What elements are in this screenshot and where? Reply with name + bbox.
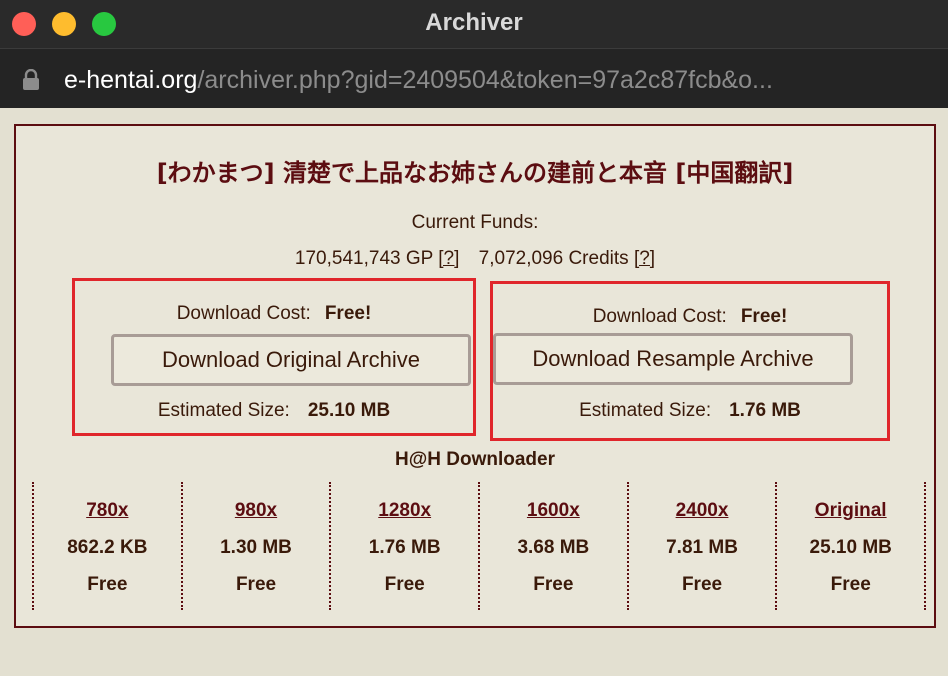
hath-cost: Free xyxy=(681,574,723,595)
hath-size: 1.30 MB xyxy=(220,537,292,558)
url-host: e-hentai.org xyxy=(64,66,198,94)
download-resample-button[interactable]: Download Resample Archive xyxy=(493,333,853,385)
download-original-button[interactable]: Download Original Archive xyxy=(111,334,471,386)
hath-size: 862.2 KB xyxy=(67,537,148,558)
window-title: Archiver xyxy=(425,9,523,36)
size-value: 1.76 MB xyxy=(729,400,801,421)
hath-size: 7.81 MB xyxy=(666,537,738,558)
gallery-title: [わかまつ] 清楚で上品なお姉さんの建前と本音 [中国翻訳] xyxy=(156,159,794,187)
resample-size: Estimated Size: 1.76 MB xyxy=(493,400,887,422)
size-label: Estimated Size: xyxy=(579,400,712,421)
original-archive-box: Download Cost: Free! Download Original Ar… xyxy=(72,278,476,436)
archiver-panel: [わかまつ] 清楚で上品なお姉さんの建前と本音 [中国翻訳] Current F… xyxy=(14,124,936,628)
hath-resolution-link[interactable]: 780x xyxy=(86,500,128,521)
hath-resolution-link[interactable]: Original xyxy=(815,500,887,521)
hath-option: 1600x 3.68 MB Free xyxy=(478,482,627,610)
cost-label: Download Cost: xyxy=(176,303,311,324)
original-size: Estimated Size: 25.10 MB xyxy=(75,400,473,422)
hath-cost: Free xyxy=(384,574,425,595)
gp-amount: 170,541,743 GP xyxy=(294,248,433,269)
hath-option: 2400x 7.81 MB Free xyxy=(626,482,776,610)
resample-cost: Download Cost: Free! xyxy=(493,306,887,328)
hath-option: 1280x 1.76 MB Free xyxy=(329,482,478,610)
url-path: /archiver.php?gid=2409504&token=97a2c87f… xyxy=(197,66,773,94)
size-value: 25.10 MB xyxy=(307,400,391,421)
hath-resolution-link[interactable]: 1280x xyxy=(378,500,431,521)
hath-size: 3.68 MB xyxy=(517,537,590,558)
hath-resolution-link[interactable]: 1600x xyxy=(527,500,580,521)
size-label: Estimated Size: xyxy=(157,400,290,421)
cost-label: Download Cost: xyxy=(592,306,727,327)
hath-cost: Free xyxy=(830,574,871,595)
lock-icon xyxy=(23,69,39,90)
hath-resolution-link[interactable]: 2400x xyxy=(676,500,729,521)
gp-help-link[interactable]: [?] xyxy=(438,248,459,269)
credits-help-link[interactable]: [?] xyxy=(634,248,655,269)
funds-label: Current Funds: xyxy=(411,212,539,233)
hath-option: 780x 862.2 KB Free xyxy=(32,482,181,610)
address-bar[interactable]: e-hentai.org/archiver.php?gid=2409504&to… xyxy=(0,48,948,108)
url-text[interactable]: e-hentai.org/archiver.php?gid=2409504&to… xyxy=(64,63,934,97)
hath-options: 780x 862.2 KB Free 980x 1.30 MB Free 128… xyxy=(32,482,927,610)
hath-cost: Free xyxy=(235,574,277,595)
hath-resolution-link[interactable]: 980x xyxy=(235,500,277,521)
hath-option: Original 25.10 MB Free xyxy=(775,482,927,610)
hath-cost: Free xyxy=(87,574,128,595)
funds-line: 170,541,743 GP [?] 7,072,096 Credits [?] xyxy=(16,248,934,270)
credits-amount: 7,072,096 Credits xyxy=(478,248,629,269)
cost-value: Free! xyxy=(324,303,372,324)
hath-size: 25.10 MB xyxy=(809,537,892,558)
resample-archive-box: Download Cost: Free! Download Resample Ar… xyxy=(490,281,890,441)
cost-value: Free! xyxy=(740,306,788,327)
hath-cost: Free xyxy=(533,574,574,595)
hath-size: 1.76 MB xyxy=(368,537,441,558)
original-cost: Download Cost: Free! xyxy=(75,303,473,325)
hath-downloader-title: H@H Downloader xyxy=(395,449,555,470)
hath-option: 980x 1.30 MB Free xyxy=(180,482,330,610)
title-bar: Archiver xyxy=(0,0,948,48)
